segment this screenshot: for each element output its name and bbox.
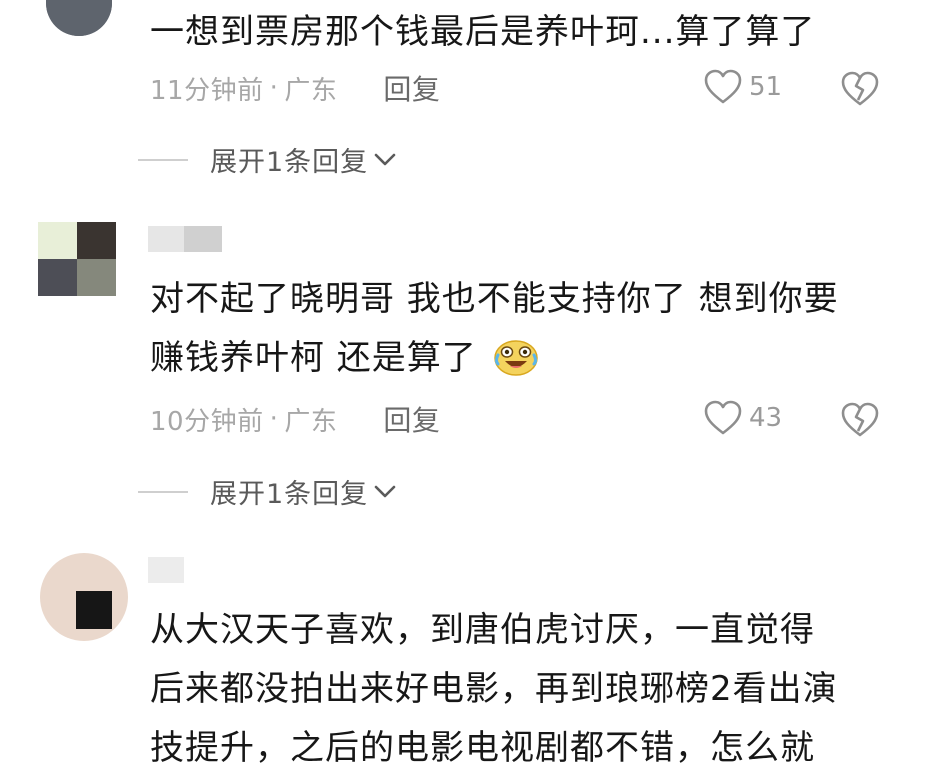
heart-outline-icon [704, 69, 742, 104]
location: 广东 [284, 406, 338, 437]
divider [138, 490, 188, 493]
like-button[interactable]: 51 [703, 68, 782, 106]
divider [138, 158, 188, 161]
broken-heart-icon [841, 71, 879, 106]
chevron-down-icon [374, 153, 396, 165]
reply-button[interactable]: 回复 [383, 399, 440, 439]
comment-meta: 10分钟前 · 广东 回复 [150, 399, 440, 439]
comment-line: 后来都没拍出来好电影，再到琅琊榜2看出演 [150, 669, 838, 709]
avatar[interactable] [38, 222, 116, 296]
chevron-down-icon [374, 485, 396, 497]
comment-meta: 11分钟前 · 广东 回复 [150, 68, 440, 108]
separator: · [269, 73, 279, 103]
dislike-button[interactable] [840, 401, 880, 443]
broken-heart-icon [841, 402, 879, 437]
username[interactable] [148, 226, 222, 252]
separator: · [269, 404, 279, 434]
expand-replies-button[interactable]: 展开1条回复 [138, 140, 396, 179]
heart-outline-icon [704, 400, 742, 435]
location: 广东 [284, 75, 338, 106]
like-count: 43 [749, 403, 783, 433]
like-count: 51 [749, 72, 783, 102]
comment-text: 一想到票房那个钱最后是养叶珂...算了算了 [150, 3, 910, 62]
expand-label: 展开1条回复 [210, 147, 369, 178]
expand-label: 展开1条回复 [210, 479, 369, 510]
expand-replies-button[interactable]: 展开1条回复 [138, 472, 396, 511]
comment-line: 技提升，之后的电影电视剧都不错，怎么就 [150, 728, 815, 768]
like-button[interactable]: 43 [703, 399, 782, 437]
comment-line: 赚钱养叶柯 还是算了 [150, 329, 910, 388]
reply-button[interactable]: 回复 [383, 68, 440, 108]
username[interactable] [148, 557, 184, 583]
dislike-button[interactable] [840, 70, 880, 112]
avatar[interactable] [46, 0, 112, 36]
comment-text: 对不起了晓明哥 我也不能支持你了 想到你要 赚钱养叶柯 还是算了 [150, 270, 910, 388]
timestamp: 11分钟前 [150, 75, 264, 106]
comment-line: 从大汉天子喜欢，到唐伯虎讨厌，一直觉得 [150, 610, 815, 650]
comment-line: 对不起了晓明哥 我也不能支持你了 想到你要 [150, 279, 839, 319]
laughing-tears-emoji-icon [493, 340, 538, 376]
avatar[interactable] [40, 553, 128, 641]
comment-text: 从大汉天子喜欢，到唐伯虎讨厌，一直觉得 后来都没拍出来好电影，再到琅琊榜2看出演… [150, 601, 910, 778]
timestamp: 10分钟前 [150, 406, 264, 437]
comment-line: 一想到票房那个钱最后是养叶珂...算了算了 [150, 12, 816, 52]
